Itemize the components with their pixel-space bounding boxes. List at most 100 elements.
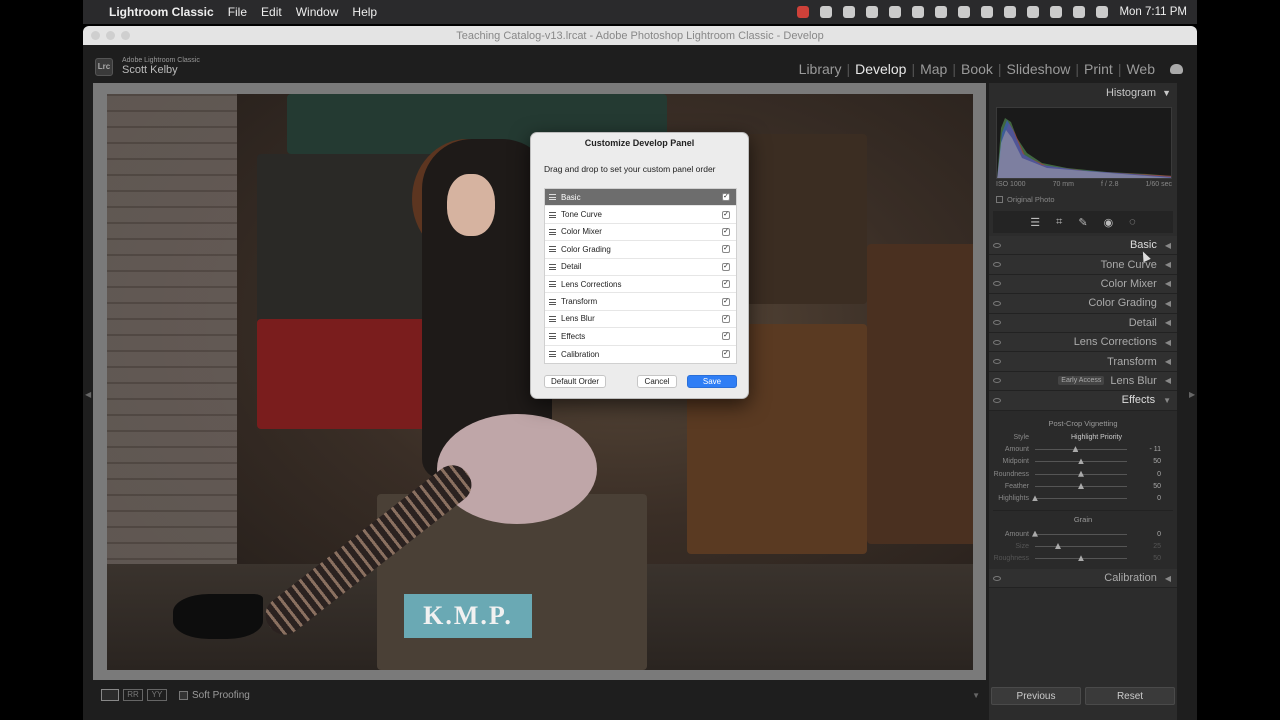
minimize-window-button[interactable] — [106, 31, 115, 40]
panel-color-mixer[interactable]: Color Mixer ◀ — [989, 274, 1177, 295]
slider-track[interactable] — [1035, 555, 1127, 562]
panel-visible-checkbox[interactable]: ✓ — [722, 280, 730, 289]
menu-app-name[interactable]: Lightroom Classic — [109, 5, 214, 19]
slider-track[interactable] — [1035, 542, 1127, 549]
loupe-view-button[interactable] — [101, 689, 119, 701]
panel-order-item[interactable]: Effects ✓ — [545, 328, 736, 346]
before-after-tb-button[interactable]: YY — [147, 689, 167, 701]
cloud-sync-icon[interactable] — [1170, 64, 1183, 74]
slider-knob[interactable] — [1078, 470, 1084, 477]
panel-order-item[interactable]: Basic ✓ — [545, 189, 736, 207]
drag-handle-icon[interactable] — [549, 211, 556, 218]
eye-icon[interactable] — [993, 575, 1001, 581]
original-photo-checkbox[interactable] — [996, 196, 1003, 203]
panel-transform[interactable]: Transform ◀ — [989, 352, 1177, 372]
eye-icon[interactable] — [993, 300, 1001, 306]
drag-handle-icon[interactable] — [549, 315, 556, 322]
left-panel-arrow-icon[interactable]: ◀ — [85, 390, 91, 399]
slider-track[interactable] — [1035, 458, 1127, 465]
slider-value[interactable]: 25 — [1127, 543, 1161, 550]
panel-visible-checkbox[interactable]: ✓ — [722, 193, 730, 202]
slider-value[interactable]: 0 — [1127, 471, 1161, 478]
slider-track[interactable] — [1035, 483, 1127, 490]
module-slideshow[interactable]: Slideshow — [1002, 61, 1076, 77]
drag-handle-icon[interactable] — [549, 194, 556, 201]
slider-knob[interactable] — [1078, 555, 1084, 562]
module-develop[interactable]: Develop — [850, 61, 911, 77]
panel-order-item[interactable]: Lens Blur ✓ — [545, 311, 736, 329]
module-library[interactable]: Library — [794, 61, 847, 77]
default-order-button[interactable]: Default Order — [544, 375, 607, 388]
soft-proofing-checkbox[interactable] — [179, 690, 188, 700]
expand-icon[interactable]: ◀ — [1165, 376, 1171, 385]
slider-track[interactable] — [1035, 446, 1127, 453]
slider-value[interactable]: - 11 — [1127, 446, 1161, 453]
menu-edit[interactable]: Edit — [261, 5, 282, 19]
eye-icon[interactable] — [993, 378, 1001, 384]
control-center-icon[interactable] — [1096, 6, 1109, 18]
panel-visible-checkbox[interactable]: ✓ — [722, 262, 730, 271]
collapse-icon[interactable]: ▼ — [1162, 88, 1171, 98]
style-select[interactable]: Highlight Priority — [1071, 434, 1122, 441]
module-web[interactable]: Web — [1121, 61, 1160, 77]
toolbar-options-icon[interactable]: ▼ — [972, 691, 980, 700]
expand-icon[interactable]: ◀ — [1165, 299, 1171, 308]
module-map[interactable]: Map — [915, 61, 952, 77]
menu-window[interactable]: Window — [296, 5, 339, 19]
module-book[interactable]: Book — [956, 61, 998, 77]
reset-button[interactable]: Reset — [1085, 687, 1175, 705]
panel-visible-checkbox[interactable]: ✓ — [722, 227, 730, 236]
clock-icon[interactable] — [912, 6, 925, 18]
sync-icon[interactable] — [889, 6, 902, 18]
expand-icon[interactable]: ◀ — [1165, 260, 1171, 269]
eye-icon[interactable] — [993, 281, 1001, 287]
eye-icon[interactable] — [993, 242, 1001, 248]
slider-track[interactable] — [1032, 495, 1127, 502]
panel-order-item[interactable]: Color Grading ✓ — [545, 241, 736, 259]
expand-icon[interactable]: ◀ — [1165, 574, 1171, 583]
slider-track[interactable] — [1032, 530, 1127, 537]
slider-value[interactable]: 50 — [1127, 555, 1161, 562]
slider-knob[interactable] — [1078, 458, 1084, 465]
panel-visible-checkbox[interactable]: ✓ — [722, 297, 730, 306]
histogram[interactable] — [996, 107, 1172, 179]
bluetooth-icon[interactable] — [958, 6, 971, 18]
red-eye-icon[interactable]: ◉ — [1104, 216, 1114, 229]
eye-icon[interactable] — [993, 339, 1001, 345]
panel-order-item[interactable]: Transform ✓ — [545, 293, 736, 311]
menubar-clock[interactable]: Mon 7:11 PM — [1119, 6, 1187, 18]
panel-basic[interactable]: Basic ◀ — [989, 236, 1177, 256]
panel-order-item[interactable]: Lens Corrections ✓ — [545, 276, 736, 294]
right-panel-arrow-icon[interactable]: ▶ — [1189, 390, 1195, 399]
menu-help[interactable]: Help — [352, 5, 377, 19]
zoom-window-button[interactable] — [121, 31, 130, 40]
panel-effects[interactable]: Effects ▼ — [989, 391, 1177, 411]
drag-handle-icon[interactable] — [549, 263, 556, 270]
expand-icon[interactable]: ◀ — [1165, 241, 1171, 250]
slider-knob[interactable] — [1078, 483, 1084, 490]
camera-icon[interactable] — [820, 6, 833, 18]
panel-visible-checkbox[interactable]: ✓ — [722, 314, 730, 323]
panel-visible-checkbox[interactable]: ✓ — [722, 245, 730, 254]
soft-proofing-label[interactable]: Soft Proofing — [192, 690, 250, 701]
panel-order-item[interactable]: Detail ✓ — [545, 259, 736, 276]
module-print[interactable]: Print — [1079, 61, 1118, 77]
panel-color-grading[interactable]: Color Grading ◀ — [989, 294, 1177, 314]
app-status-icon[interactable] — [843, 6, 856, 18]
expand-icon[interactable]: ◀ — [1165, 318, 1171, 327]
panel-visible-checkbox[interactable]: ✓ — [722, 332, 730, 341]
slider-value[interactable]: 0 — [1127, 495, 1161, 502]
drag-handle-icon[interactable] — [549, 281, 556, 288]
expand-icon[interactable]: ◀ — [1165, 357, 1171, 366]
wifi-icon[interactable] — [1050, 6, 1063, 18]
panel-visible-checkbox[interactable]: ✓ — [722, 350, 730, 359]
expand-icon[interactable]: ◀ — [1165, 338, 1171, 347]
cancel-button[interactable]: Cancel — [637, 375, 677, 388]
slider-knob[interactable] — [1055, 542, 1061, 549]
previous-button[interactable]: Previous — [991, 687, 1081, 705]
expand-icon[interactable]: ◀ — [1165, 279, 1171, 288]
slider-value[interactable]: 50 — [1127, 458, 1161, 465]
recording-icon[interactable] — [797, 6, 810, 18]
search-icon[interactable] — [1073, 6, 1086, 18]
slider-knob[interactable] — [1072, 446, 1079, 453]
